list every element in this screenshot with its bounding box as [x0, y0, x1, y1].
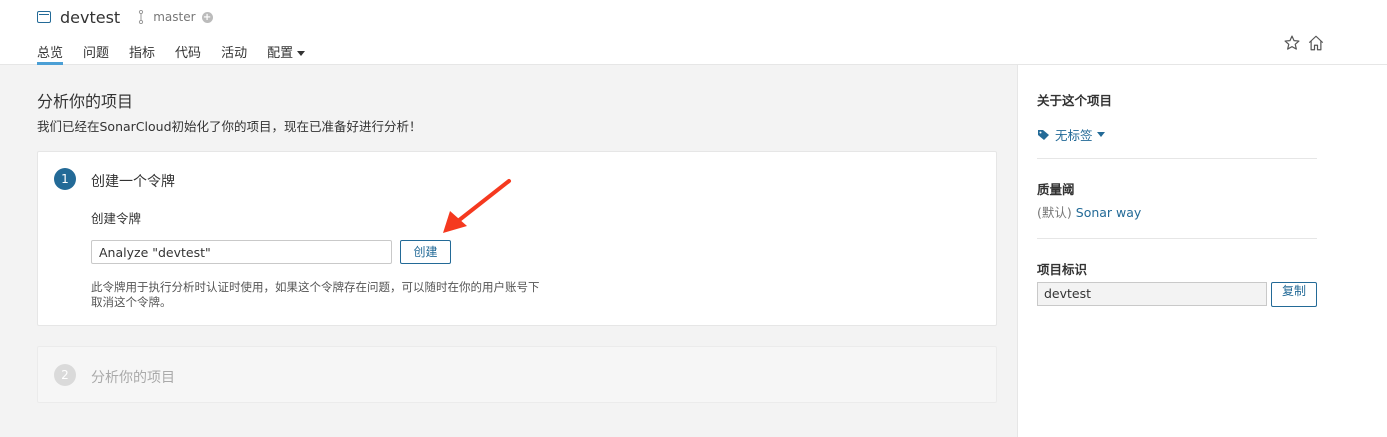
token-label: 创建令牌	[91, 211, 142, 226]
sidebar	[1017, 65, 1387, 437]
branch-icon	[138, 10, 144, 24]
page-description: 我们已经在SonarCloud初始化了你的项目，现在已准备好进行分析！	[37, 119, 422, 134]
token-name-input[interactable]	[91, 240, 392, 264]
about-title: 关于这个项目	[1037, 93, 1113, 108]
project-icon	[37, 11, 51, 23]
divider	[1037, 158, 1317, 159]
home-icon[interactable]	[1307, 34, 1325, 52]
tab-measures[interactable]: 指标	[129, 42, 155, 64]
create-token-button[interactable]: 创建	[400, 240, 451, 264]
top-bar: devtest master + 总览 问题 指标 代码 活动 配置	[0, 0, 1387, 65]
plus-circle-icon[interactable]: +	[201, 11, 213, 23]
tab-administration[interactable]: 配置	[267, 42, 306, 64]
copy-button[interactable]: 复制	[1271, 282, 1317, 307]
tags-dropdown[interactable]: 无标签	[1037, 125, 1105, 144]
quality-gate-title: 质量阈	[1037, 182, 1075, 197]
step-analyze: 2 分析你的项目	[37, 346, 997, 403]
project-name[interactable]: devtest	[60, 8, 120, 27]
quality-gate: (默认) Sonar way	[1037, 202, 1141, 221]
chevron-down-icon	[297, 51, 306, 56]
divider	[1037, 238, 1317, 239]
tab-activity[interactable]: 活动	[221, 42, 247, 64]
tab-code[interactable]: 代码	[175, 42, 201, 64]
annotation-arrow-icon	[443, 179, 511, 233]
page-title: 分析你的项目	[37, 92, 134, 111]
step-create-token: 1 创建一个令牌 创建令牌 创建 此令牌用于执行分析时认证时使用，如果这个令牌存…	[37, 151, 997, 326]
token-note: 此令牌用于执行分析时认证时使用，如果这个令牌存在问题，可以随时在你的用户账号下取…	[91, 280, 540, 309]
quality-gate-default: (默认)	[1037, 205, 1072, 220]
tab-overview[interactable]: 总览	[37, 42, 64, 65]
step-title: 分析你的项目	[91, 370, 175, 386]
quality-gate-link[interactable]: Sonar way	[1076, 205, 1142, 220]
branch-name[interactable]: master	[153, 10, 195, 24]
tags-label: 无标签	[1055, 128, 1093, 143]
chevron-down-icon	[1096, 132, 1105, 137]
step-number: 2	[54, 364, 76, 386]
tab-issues[interactable]: 问题	[83, 42, 109, 64]
step-title: 创建一个令牌	[91, 174, 175, 190]
step-number: 1	[54, 168, 76, 190]
project-nav: 总览 问题 指标 代码 活动 配置	[37, 42, 325, 65]
project-key-title: 项目标识	[1037, 262, 1088, 277]
tag-icon	[1038, 129, 1049, 140]
tab-administration-label: 配置	[267, 46, 294, 61]
star-icon[interactable]	[1283, 34, 1301, 52]
project-key-field[interactable]: devtest	[1037, 282, 1267, 306]
project-header: devtest master +	[37, 7, 213, 27]
header-actions	[1283, 34, 1325, 52]
